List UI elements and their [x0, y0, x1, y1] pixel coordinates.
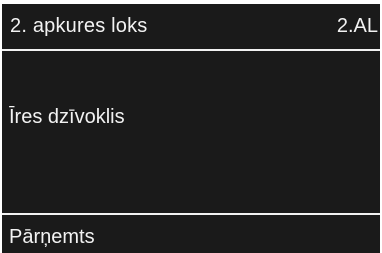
- heating-circuit-code: 2.AL: [336, 15, 378, 37]
- display-screen: 2. apkures loks 2.AL Īres dzīvoklis Pārņ…: [2, 4, 380, 253]
- header-bar: 2. apkures loks 2.AL: [2, 4, 380, 51]
- footer-bar: Pārņemts: [2, 213, 380, 253]
- circuit-name-value: Īres dzīvoklis: [9, 106, 125, 128]
- status-text: Pārņemts: [9, 226, 95, 248]
- heating-circuit-title: 2. apkures loks: [10, 15, 148, 37]
